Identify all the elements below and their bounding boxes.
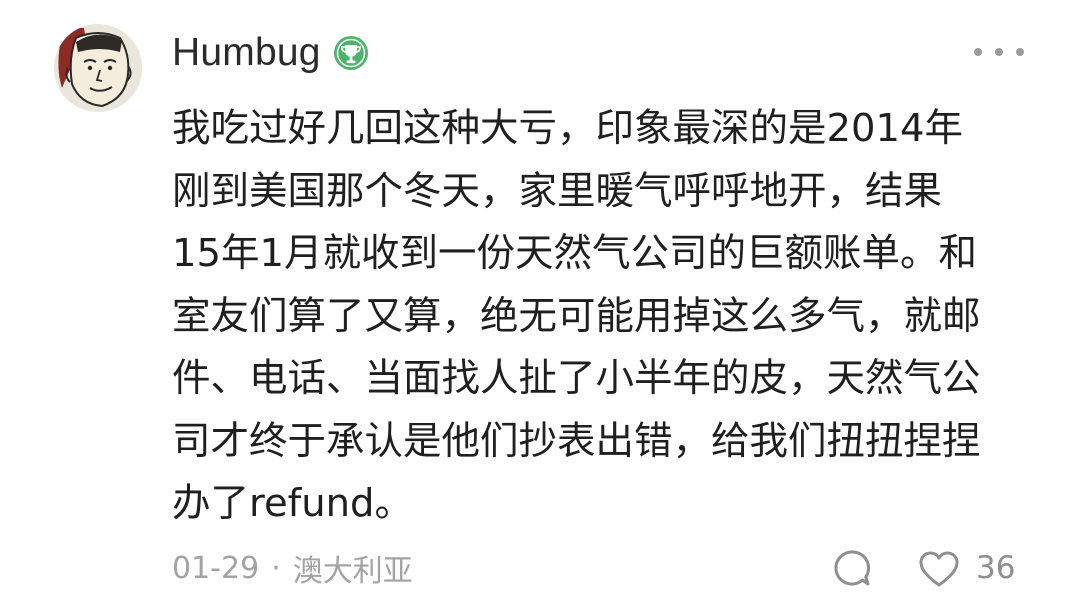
- comment-date: 01-29: [172, 550, 260, 586]
- comment-header: Humbug: [172, 28, 369, 78]
- comment-meta: 01-29 · 澳大利亚: [172, 546, 413, 590]
- avatar[interactable]: [54, 24, 142, 112]
- heart-outline-icon[interactable]: [918, 550, 960, 588]
- comment-location: 澳大利亚: [292, 554, 413, 589]
- comment-bubble-icon[interactable]: [832, 548, 872, 588]
- more-dot: [1016, 48, 1024, 56]
- username[interactable]: Humbug: [172, 31, 321, 75]
- comment-text: 我吃过好几回这种大亏，印象最深的是2014年 刚到美国那个冬天，家里暖气呼呼地开…: [172, 106, 981, 526]
- more-dot: [995, 48, 1003, 56]
- more-horizontal-icon[interactable]: [974, 40, 1024, 64]
- meta-separator: ·: [271, 550, 281, 586]
- like-count: 36: [976, 550, 1016, 586]
- more-dot: [974, 48, 982, 56]
- trophy-badge-icon: [333, 35, 369, 71]
